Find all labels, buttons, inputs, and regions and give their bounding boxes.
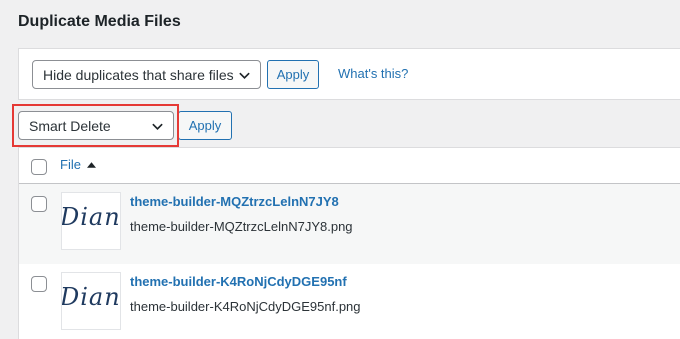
bulk-apply-button[interactable]: Apply [178, 111, 232, 140]
thumbnail-text: Dian [61, 283, 121, 311]
duplicate-filter-value: Hide duplicates that share files [43, 66, 234, 83]
row-checkbox[interactable] [31, 276, 47, 292]
page-title: Duplicate Media Files [18, 13, 181, 30]
filter-bar: Hide duplicates that share files Apply W… [18, 48, 680, 100]
duplicate-filter-select[interactable]: Hide duplicates that share files [32, 60, 261, 89]
column-file-label: File [60, 157, 81, 172]
file-name: theme-builder-MQZtrzcLelnN7JY8.png [130, 219, 353, 234]
table-header: File [19, 148, 680, 184]
column-header-file[interactable]: File [60, 157, 96, 172]
whats-this-link[interactable]: What's this? [338, 66, 408, 81]
table-row: Dian theme-builder-K4RoNjCdyDGE95nf them… [19, 264, 680, 339]
chevron-down-icon [239, 72, 250, 80]
file-thumbnail[interactable]: Dian [61, 272, 121, 330]
thumbnail-text: Dian [61, 203, 121, 231]
media-table: File Dian theme-builder-MQZtrzcLelnN7JY8… [18, 147, 680, 339]
file-thumbnail[interactable]: Dian [61, 192, 121, 250]
file-name: theme-builder-K4RoNjCdyDGE95nf.png [130, 299, 361, 314]
file-title-link[interactable]: theme-builder-K4RoNjCdyDGE95nf [130, 274, 347, 289]
select-all-checkbox[interactable] [31, 159, 47, 175]
row-checkbox[interactable] [31, 196, 47, 212]
table-row: Dian theme-builder-MQZtrzcLelnN7JY8 them… [19, 184, 680, 264]
filter-apply-button[interactable]: Apply [267, 60, 319, 89]
file-title-link[interactable]: theme-builder-MQZtrzcLelnN7JY8 [130, 194, 339, 209]
sort-ascending-icon [86, 161, 96, 168]
highlight-box [12, 104, 179, 147]
